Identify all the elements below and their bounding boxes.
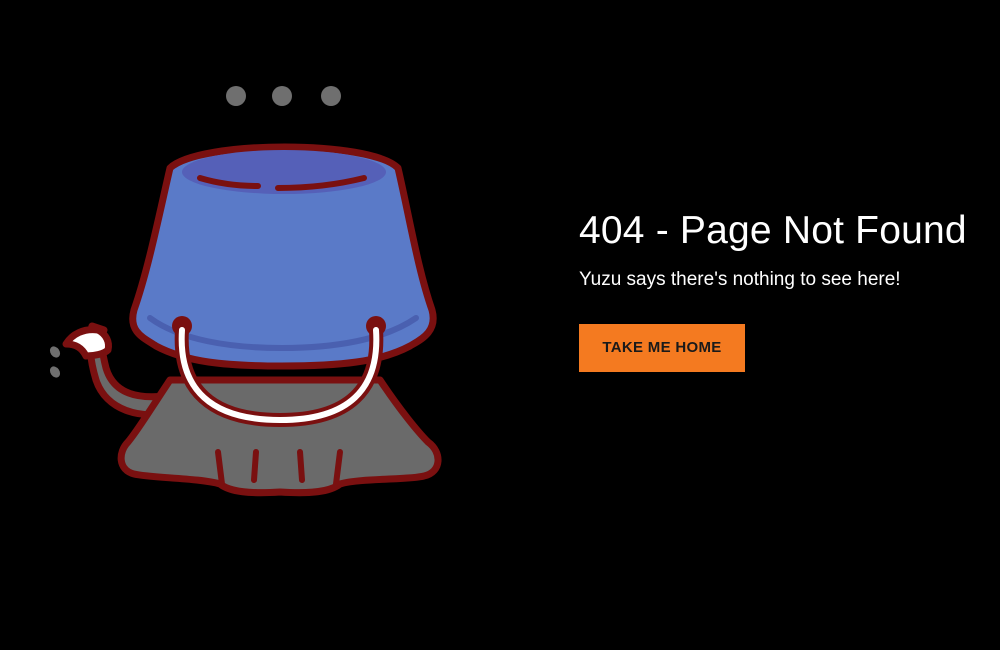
message-panel: 404 - Page Not Found Yuzu says there's n… (579, 205, 989, 372)
take-me-home-button[interactable]: TAKE ME HOME (579, 324, 745, 372)
cat-body (117, 376, 442, 497)
page-subtitle: Yuzu says there's nothing to see here! (579, 269, 901, 290)
page-title: 404 - Page Not Found (579, 209, 967, 252)
thinking-dot (272, 86, 292, 106)
thinking-dot (321, 86, 341, 106)
thinking-dots (226, 86, 341, 106)
not-found-page: 404 - Page Not Found Yuzu says there's n… (0, 0, 1000, 650)
yuzu-cat-bucket-illustration (49, 86, 442, 497)
motion-marks (49, 346, 61, 378)
thinking-dot (226, 86, 246, 106)
